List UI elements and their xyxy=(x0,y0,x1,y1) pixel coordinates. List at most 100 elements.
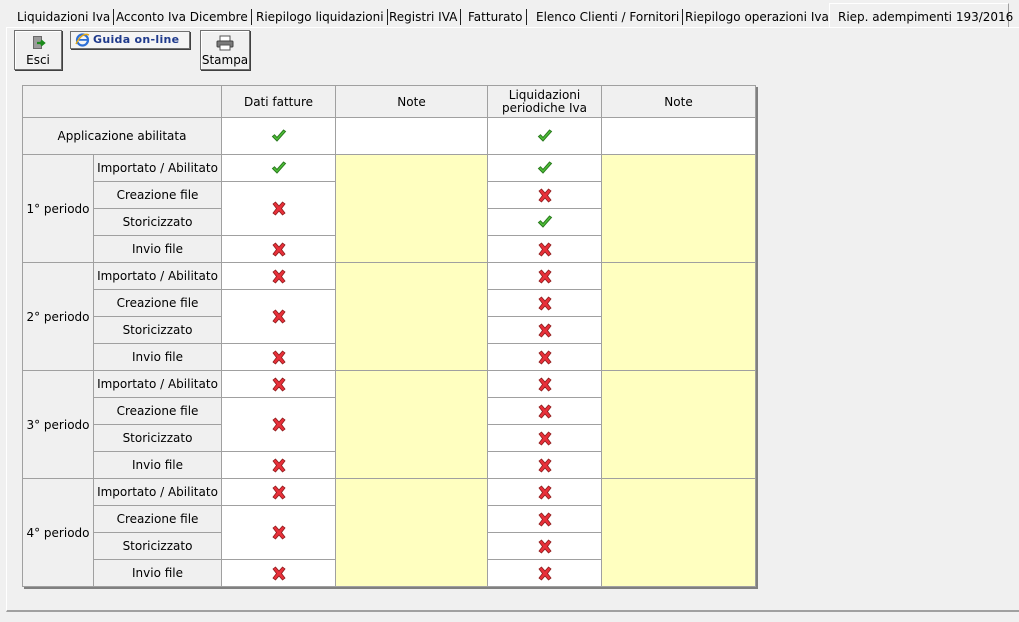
red-x-icon xyxy=(537,430,552,446)
tab-elenco-clienti-fornitori[interactable]: Elenco Clienti / Fornitori xyxy=(532,7,684,27)
step-label: Storicizzato xyxy=(93,316,222,344)
note-cell-dati-fatture[interactable] xyxy=(335,262,488,371)
green-check-icon xyxy=(271,161,286,174)
cell-liquidazioni xyxy=(487,235,602,263)
cell-liquidazioni xyxy=(487,289,602,317)
note-cell-liquidazioni[interactable] xyxy=(601,370,756,479)
red-x-icon xyxy=(537,484,552,500)
green-check-icon xyxy=(537,161,552,174)
cell-dati-fatture xyxy=(221,235,336,263)
cell-liquidazioni xyxy=(487,208,602,236)
tab-label: Riep. adempimenti 193/2016 xyxy=(838,10,1014,24)
cell-dati-fatture xyxy=(221,343,336,371)
tab-label: Fatturato xyxy=(468,10,523,24)
red-x-icon xyxy=(537,322,552,338)
note-cell-liquidazioni[interactable] xyxy=(601,154,756,263)
red-x-icon xyxy=(537,187,552,203)
tab-bar: Liquidazioni Iva Acconto Iva Dicembre Ri… xyxy=(0,0,1019,28)
header-note-2: Note xyxy=(601,85,756,118)
cell-liquidazioni xyxy=(487,505,602,533)
step-label: Creazione file xyxy=(93,181,222,209)
note-cell-dati-fatture[interactable] xyxy=(335,478,488,587)
stampa-button[interactable]: Stampa xyxy=(200,30,250,70)
cell-dati-fatture xyxy=(221,154,336,182)
step-label: Creazione file xyxy=(93,505,222,533)
red-x-icon xyxy=(271,565,286,581)
red-x-icon xyxy=(271,349,286,365)
period-label: 2° periodo xyxy=(22,262,94,371)
red-x-icon xyxy=(537,403,552,419)
step-label: Storicizzato xyxy=(93,532,222,560)
cell-liquidazioni xyxy=(487,370,602,398)
red-x-icon xyxy=(537,538,552,554)
red-x-icon xyxy=(271,309,286,324)
cell-dati-fatture-merged xyxy=(221,505,336,560)
cell-app-note-1[interactable] xyxy=(335,117,488,155)
step-label: Importato / Abilitato xyxy=(93,262,222,290)
cell-dati-fatture-merged xyxy=(221,181,336,236)
tab-riep-adempimenti[interactable]: Riep. adempimenti 193/2016 xyxy=(829,3,1013,27)
red-x-icon xyxy=(271,201,286,216)
stampa-label: Stampa xyxy=(201,53,249,67)
tab-label: Riepilogo operazioni Iva xyxy=(685,10,829,24)
cell-dati-fatture-merged xyxy=(221,397,336,452)
tab-label: Riepilogo liquidazioni xyxy=(256,10,384,24)
step-label: Invio file xyxy=(93,559,222,587)
red-x-icon xyxy=(537,349,552,365)
period-label: 3° periodo xyxy=(22,370,94,479)
note-cell-liquidazioni[interactable] xyxy=(601,478,756,587)
note-cell-liquidazioni[interactable] xyxy=(601,262,756,371)
period-label: 4° periodo xyxy=(22,478,94,587)
cell-dati-fatture xyxy=(221,478,336,506)
tab-registri-iva[interactable]: Registri IVA xyxy=(385,7,462,27)
internet-explorer-icon xyxy=(75,33,90,47)
cell-dati-fatture xyxy=(221,559,336,587)
cell-liquidazioni xyxy=(487,451,602,479)
cell-liquidazioni xyxy=(487,478,602,506)
guida-online-button[interactable]: Guida on-line xyxy=(70,31,190,49)
adempimenti-grid: Dati fatture Note Liquidazioni periodiche … xyxy=(22,85,756,587)
guida-label: Guida on-line xyxy=(93,33,180,46)
row-label-applicazione-abilitata: Applicazione abilitata xyxy=(22,117,222,155)
red-x-icon xyxy=(271,241,286,257)
red-x-icon xyxy=(537,376,552,392)
step-label: Importato / Abilitato xyxy=(93,370,222,398)
exit-door-icon xyxy=(33,36,46,49)
cell-liquidazioni xyxy=(487,397,602,425)
cell-liquidazioni xyxy=(487,181,602,209)
step-label: Invio file xyxy=(93,451,222,479)
tab-riepilogo-operazioni-iva[interactable]: Riepilogo operazioni Iva xyxy=(681,7,833,27)
note-cell-dati-fatture[interactable] xyxy=(335,154,488,263)
tab-fatturato[interactable]: Fatturato xyxy=(464,7,527,27)
step-label: Invio file xyxy=(93,343,222,371)
tab-label: Acconto Iva Dicembre xyxy=(116,10,248,24)
red-x-icon xyxy=(537,511,552,527)
tab-liquidazioni-iva[interactable]: Liquidazioni Iva xyxy=(13,7,115,27)
cell-dati-fatture xyxy=(221,451,336,479)
cell-liquidazioni xyxy=(487,424,602,452)
tab-riepilogo-liquidazioni[interactable]: Riepilogo liquidazioni xyxy=(252,7,388,27)
note-cell-dati-fatture[interactable] xyxy=(335,370,488,479)
green-check-icon xyxy=(537,215,552,228)
cell-app-note-2[interactable] xyxy=(601,117,756,155)
cell-liquidazioni xyxy=(487,343,602,371)
step-label: Storicizzato xyxy=(93,424,222,452)
cell-liquidazioni xyxy=(487,262,602,290)
cell-dati-fatture xyxy=(221,370,336,398)
red-x-icon xyxy=(271,268,286,284)
esci-label: Esci xyxy=(26,53,50,67)
red-x-icon xyxy=(537,565,552,581)
header-dati-fatture: Dati fatture xyxy=(221,85,336,118)
green-check-icon xyxy=(271,129,286,142)
red-x-icon xyxy=(271,417,286,432)
step-label: Importato / Abilitato xyxy=(93,478,222,506)
esci-button[interactable]: Esci xyxy=(14,30,62,70)
corner-header xyxy=(22,85,222,118)
step-label: Creazione file xyxy=(93,397,222,425)
tab-acconto-iva-dicembre[interactable]: Acconto Iva Dicembre xyxy=(112,7,252,27)
green-check-icon xyxy=(537,129,552,142)
cell-dati-fatture-merged xyxy=(221,289,336,344)
cell-app-dati-fatture xyxy=(221,117,336,155)
cell-liquidazioni xyxy=(487,559,602,587)
red-x-icon xyxy=(537,295,552,311)
